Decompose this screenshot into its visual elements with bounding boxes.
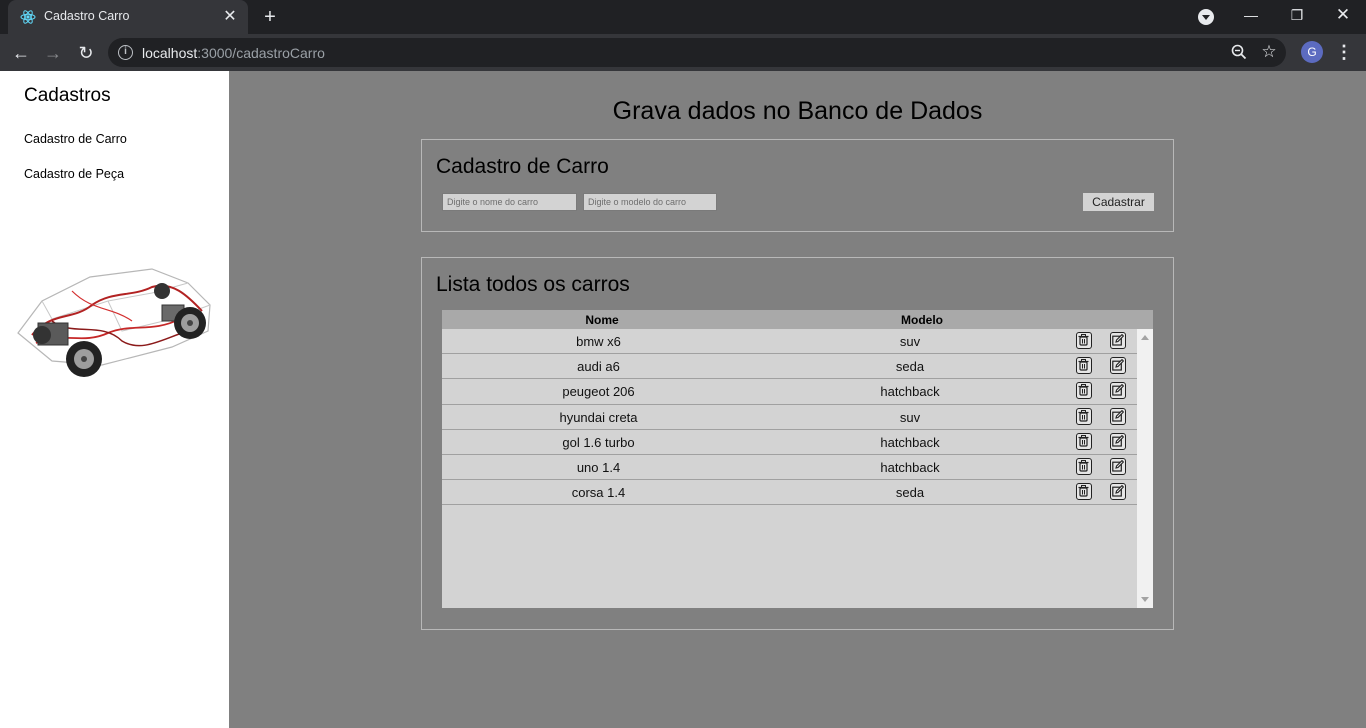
trash-icon[interactable]	[1076, 457, 1092, 475]
tab-title: Cadastro Carro	[44, 9, 130, 23]
cell-modelo: hatchback	[880, 434, 940, 450]
restore-icon[interactable]: ❐	[1274, 0, 1320, 32]
cell-nome: corsa 1.4	[571, 485, 626, 501]
table-row: corsa 1.4 seda	[442, 480, 1137, 506]
browser-tab[interactable]: Cadastro Carro ✕	[8, 0, 248, 34]
table-header: Nome Modelo	[442, 310, 1153, 329]
react-logo-icon	[20, 10, 36, 24]
edit-icon[interactable]	[1110, 483, 1126, 501]
edit-icon[interactable]	[1110, 407, 1126, 425]
page-title: Grava dados no Banco de Dados	[612, 97, 983, 125]
back-icon[interactable]: ←	[8, 40, 34, 66]
table-scrollbar[interactable]	[1137, 329, 1153, 608]
table-row: gol 1.6 turbo hatchback	[442, 430, 1137, 455]
cell-nome: uno 1.4	[576, 459, 621, 475]
cell-nome: hyundai creta	[559, 409, 638, 425]
url-text[interactable]: localhost:3000/cadastroCarro	[142, 45, 325, 61]
edit-icon[interactable]	[1110, 382, 1126, 400]
form-title: Cadastro de Carro	[436, 155, 609, 178]
car-form-card: Cadastro de Carro Cadastrar	[421, 139, 1174, 232]
trash-icon[interactable]	[1076, 432, 1092, 450]
car-list-card: Lista todos os carros Nome Modelo bmw x6…	[421, 257, 1174, 630]
browser-menu-icon[interactable]: ⋮	[1334, 40, 1354, 64]
sidebar-link-cadastro-peca[interactable]: Cadastro de Peça	[24, 167, 124, 181]
address-bar[interactable]: i localhost:3000/cadastroCarro ☆	[108, 38, 1286, 67]
cell-nome: peugeot 206	[562, 384, 635, 400]
main-content: Grava dados no Banco de Dados Cadastro d…	[229, 71, 1366, 728]
reload-icon[interactable]: ↻	[73, 40, 99, 66]
profile-avatar[interactable]: G	[1301, 41, 1323, 63]
browser-tab-bar: Cadastro Carro ✕ + — ❐ ✕	[0, 0, 1366, 34]
column-header-modelo: Modelo	[901, 313, 943, 327]
table-row: hyundai creta suv	[442, 405, 1137, 430]
cell-modelo: hatchback	[880, 384, 940, 400]
site-info-icon[interactable]: i	[118, 45, 133, 60]
browser-toolbar: ← → ↻ i localhost:3000/cadastroCarro ☆ G…	[0, 34, 1366, 71]
cell-modelo: seda	[895, 359, 925, 375]
cell-nome: audi a6	[577, 359, 620, 375]
car-chassis-image	[17, 268, 211, 377]
column-header-nome: Nome	[585, 313, 619, 327]
sidebar: Cadastros Cadastro de Carro Cadastro de …	[0, 71, 229, 728]
table-row: uno 1.4 hatchback	[442, 455, 1137, 481]
minimize-icon[interactable]: —	[1228, 0, 1274, 32]
zoom-out-icon[interactable]	[1230, 43, 1248, 61]
window-close-icon[interactable]: ✕	[1320, 0, 1366, 32]
cell-nome: gol 1.6 turbo	[562, 434, 635, 450]
sidebar-title: Cadastros	[24, 85, 111, 106]
trash-icon[interactable]	[1076, 382, 1092, 400]
new-tab-icon[interactable]: +	[258, 5, 282, 29]
table-row: audi a6 seda	[442, 354, 1137, 380]
cadastrar-button[interactable]: Cadastrar	[1083, 193, 1154, 211]
forward-icon[interactable]: →	[40, 40, 66, 66]
edit-icon[interactable]	[1110, 357, 1126, 375]
trash-icon[interactable]	[1076, 483, 1092, 501]
cars-table: Nome Modelo bmw x6 suv audi a6 seda peugeot …	[442, 310, 1153, 608]
trash-icon[interactable]	[1076, 332, 1092, 349]
cell-modelo: hatchback	[880, 459, 940, 475]
table-row: bmw x6 suv	[442, 329, 1137, 355]
tab-close-icon[interactable]: ✕	[220, 7, 240, 27]
table-body: bmw x6 suv audi a6 seda peugeot 206 hatchback…	[442, 329, 1137, 608]
tab-search-icon[interactable]	[1198, 9, 1214, 25]
cell-modelo: seda	[895, 485, 925, 501]
car-model-input[interactable]	[583, 193, 717, 211]
edit-icon[interactable]	[1110, 432, 1126, 450]
car-name-input[interactable]	[442, 193, 577, 211]
edit-icon[interactable]	[1110, 332, 1126, 349]
bookmark-star-icon[interactable]: ☆	[1258, 41, 1280, 63]
trash-icon[interactable]	[1076, 357, 1092, 375]
cell-modelo: suv	[899, 334, 921, 349]
sidebar-link-cadastro-carro[interactable]: Cadastro de Carro	[24, 132, 127, 146]
cell-modelo: suv	[899, 409, 921, 425]
edit-icon[interactable]	[1110, 457, 1126, 475]
trash-icon[interactable]	[1076, 407, 1092, 425]
cell-nome: bmw x6	[576, 334, 621, 349]
scroll-down-icon[interactable]	[1141, 597, 1149, 602]
scroll-up-icon[interactable]	[1141, 335, 1149, 340]
table-row: peugeot 206 hatchback	[442, 379, 1137, 405]
list-title: Lista todos os carros	[436, 273, 630, 296]
